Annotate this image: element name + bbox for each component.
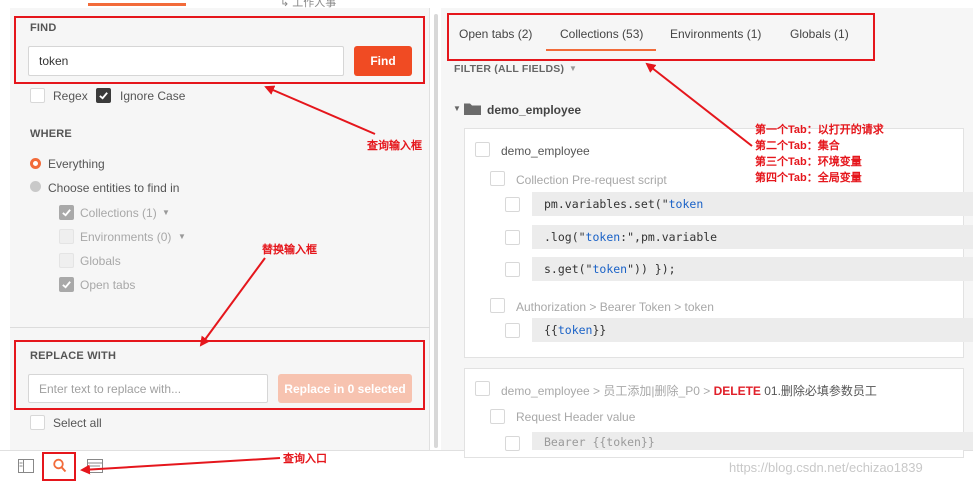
annotation-arrows (80, 62, 753, 475)
watermark: https://blog.csdn.net/echizao1839 (729, 460, 923, 475)
